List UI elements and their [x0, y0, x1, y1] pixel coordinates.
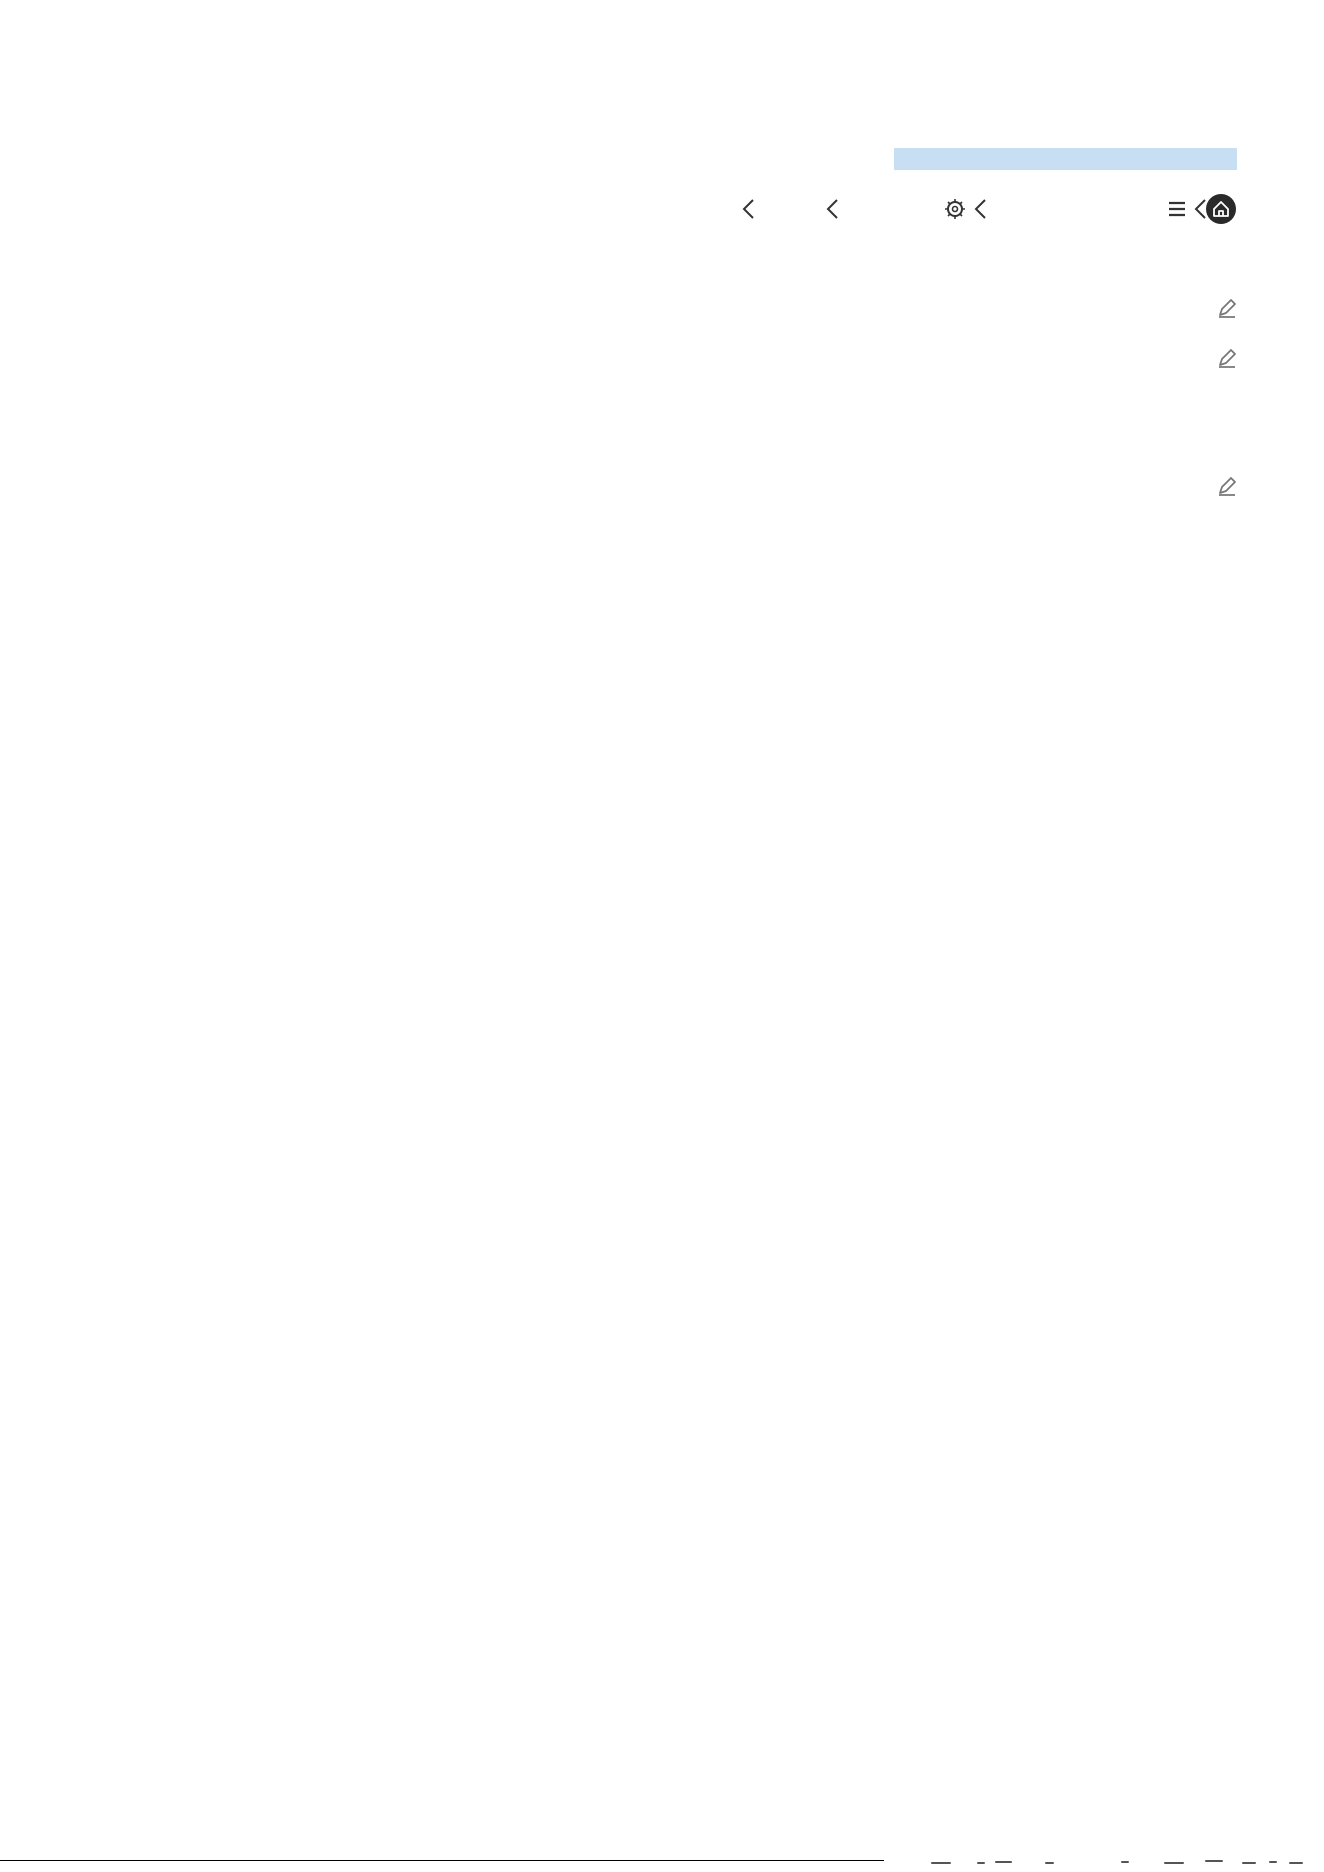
navigation-path	[720, 192, 1240, 226]
footer-rule	[0, 1860, 884, 1861]
home-button[interactable]	[1206, 194, 1236, 224]
manual-page	[0, 0, 1324, 1872]
edit-icon	[1216, 296, 1238, 320]
edit-icon	[1216, 474, 1238, 498]
chevron-left-icon	[736, 192, 762, 226]
chevron-left-icon	[820, 192, 846, 226]
settings-icon	[942, 192, 968, 226]
section-highlight	[894, 148, 1237, 170]
chevron-left-icon	[968, 192, 994, 226]
home-icon	[1213, 201, 1229, 217]
menu-icon	[1164, 192, 1190, 226]
footer-text-fragment	[931, 1860, 1303, 1864]
edit-icon	[1216, 346, 1238, 370]
